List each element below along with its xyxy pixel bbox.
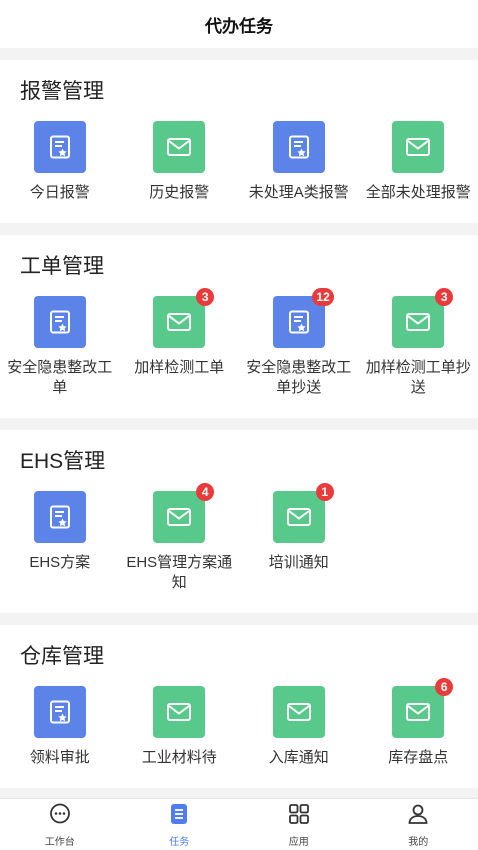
- section-0: 报警管理今日报警 历史报警 未处理A类报警 全部未处理报警: [0, 60, 478, 223]
- task-item-label: 全部未处理报警: [365, 184, 471, 201]
- task-item[interactable]: 全部未处理报警: [359, 121, 478, 203]
- mail-icon: 4: [153, 483, 215, 543]
- mail-icon: [153, 686, 206, 738]
- task-item[interactable]: 未处理A类报警: [239, 121, 359, 203]
- task-item[interactable]: 历史报警: [120, 121, 240, 203]
- tab-task-list[interactable]: 任务: [120, 799, 240, 850]
- task-item-label: 今日报警: [29, 184, 90, 201]
- section-grid: 安全隐患整改工单 3 加样检测工单 12 安全隐患整改工单抄送 3 加样检测工单抄送: [0, 288, 478, 398]
- tab-chat-bubble[interactable]: 工作台: [0, 799, 120, 850]
- task-item-label: 历史报警: [149, 184, 210, 201]
- task-list-icon: [167, 802, 191, 831]
- section-title: 报警管理: [20, 80, 104, 103]
- report-icon: [33, 121, 86, 173]
- task-item[interactable]: 3 加样检测工单: [120, 288, 240, 398]
- tab-label: 我的: [408, 836, 429, 848]
- report-icon: [272, 121, 325, 173]
- task-item-label: 加样检测工单抄送: [365, 359, 471, 396]
- task-item-label: 培训通知: [268, 554, 329, 571]
- section-1: 工单管理安全隐患整改工单 3 加样检测工单 12 安全隐患整改工单抄送 3 加样检测工单抄送: [0, 235, 478, 418]
- task-item[interactable]: 入库通知: [239, 686, 359, 768]
- tab-user[interactable]: 我的: [359, 799, 478, 850]
- top-bar: 代办任务: [0, 0, 478, 48]
- task-item[interactable]: 1 培训通知: [239, 483, 359, 593]
- count-badge: 6: [435, 678, 454, 696]
- mail-icon: 3: [153, 288, 215, 348]
- task-item-label: 未处理A类报警: [248, 184, 349, 201]
- section-title: EHS管理: [20, 450, 106, 473]
- task-item[interactable]: 安全隐患整改工单: [0, 296, 120, 398]
- count-badge: 4: [196, 483, 215, 501]
- mail-icon: 1: [272, 483, 334, 543]
- tab-label: 任务: [169, 836, 190, 848]
- user-icon: [406, 802, 430, 831]
- task-item[interactable]: 6 库存盘点: [359, 678, 478, 768]
- bottom-tab-bar: 工作台 任务 应用 我的: [0, 798, 478, 850]
- report-icon: [33, 686, 86, 738]
- task-item-label: 安全隐患整改工单抄送: [246, 359, 352, 396]
- tab-label: 工作台: [44, 836, 75, 848]
- task-item[interactable]: 3 加样检测工单抄送: [359, 288, 478, 398]
- mail-icon: 3: [392, 288, 454, 348]
- task-item[interactable]: 领料审批: [0, 686, 120, 768]
- task-item-label: 库存盘点: [388, 749, 449, 766]
- task-item-label: 工业材料待: [141, 749, 217, 766]
- report-icon: [33, 296, 86, 348]
- tab-grid-apps[interactable]: 应用: [239, 799, 359, 850]
- report-icon: 12: [272, 288, 334, 348]
- section-grid: EHS方案 4 EHS管理方案通知 1 培训通知: [0, 483, 478, 593]
- section-title: 工单管理: [20, 255, 104, 278]
- mail-icon: 6: [392, 678, 454, 738]
- page-title: 代办任务: [205, 16, 273, 36]
- section-2: EHS管理 EHS方案 4 EHS管理方案通知 1 培训通知: [0, 430, 478, 613]
- mail-icon: [392, 121, 445, 173]
- count-badge: 12: [312, 288, 334, 306]
- task-item-label: EHS管理方案通知: [126, 554, 233, 591]
- task-item-label: 安全隐患整改工单: [7, 359, 113, 396]
- count-badge: 3: [435, 288, 454, 306]
- task-item[interactable]: 4 EHS管理方案通知: [120, 483, 240, 593]
- tab-label: 应用: [288, 836, 309, 848]
- mail-icon: [153, 121, 206, 173]
- count-badge: 3: [196, 288, 215, 306]
- section-grid: 今日报警 历史报警 未处理A类报警 全部未处理报警: [0, 121, 478, 203]
- grid-apps-icon: [287, 802, 311, 831]
- section-grid: 领料审批 工业材料待 入库通知 6 库存盘点: [0, 678, 478, 768]
- mail-icon: [272, 686, 325, 738]
- chat-bubble-icon: [48, 802, 72, 831]
- task-item[interactable]: EHS方案: [0, 491, 120, 593]
- task-item-label: 加样检测工单: [134, 359, 225, 376]
- count-badge: 1: [315, 483, 334, 501]
- task-item-label: EHS方案: [29, 554, 91, 571]
- task-content[interactable]: 报警管理今日报警 历史报警 未处理A类报警 全部未处理报警工单管理安全隐患整改工单 3 加…: [0, 48, 478, 798]
- task-item[interactable]: 今日报警: [0, 121, 120, 203]
- section-3: 仓库管理领料审批 工业材料待 入库通知 6 库存盘点: [0, 625, 478, 788]
- report-icon: [33, 491, 86, 543]
- task-item[interactable]: 12 安全隐患整改工单抄送: [239, 288, 359, 398]
- task-item-label: 领料审批: [29, 749, 90, 766]
- task-item[interactable]: 工业材料待: [120, 686, 240, 768]
- section-title: 仓库管理: [20, 645, 104, 668]
- task-item-label: 入库通知: [268, 749, 329, 766]
